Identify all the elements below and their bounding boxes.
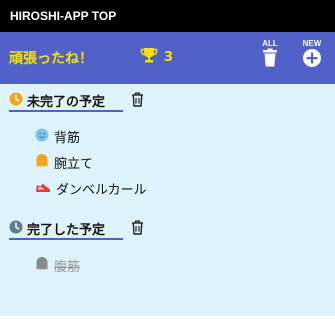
delete-done-button[interactable] xyxy=(131,220,144,239)
pending-task-label: 背筋 xyxy=(54,131,81,146)
task-list-area: 未完了の予定 背筋 腕立て ダンベルカール 完了した予定 腹筋 xyxy=(0,84,335,316)
pending-task-item[interactable]: 背筋 xyxy=(35,127,80,146)
pending-section-title: 未完了の予定 xyxy=(27,94,106,110)
trash-icon xyxy=(261,48,279,72)
clock-icon xyxy=(9,219,23,238)
done-task-item[interactable]: 腹筋 xyxy=(35,256,80,275)
done-section-underline xyxy=(9,238,123,240)
delete-all-button[interactable]: ALL xyxy=(255,39,285,72)
delete-all-label: ALL xyxy=(262,39,278,48)
pending-task-item[interactable]: 腕立て xyxy=(35,153,93,172)
pending-section-header: 未完了の予定 xyxy=(9,89,105,111)
done-section-header: 完了した予定 xyxy=(9,217,105,239)
pending-task-label: ダンベルカール xyxy=(56,183,147,198)
new-task-button[interactable]: NEW xyxy=(297,39,327,72)
trophy-count: 3 xyxy=(164,49,174,65)
ghost-icon xyxy=(35,153,49,172)
trash-outline-icon xyxy=(131,92,144,111)
delete-pending-button[interactable] xyxy=(131,92,144,111)
smiley-face-icon xyxy=(35,128,49,146)
pending-task-item[interactable]: ダンベルカール xyxy=(35,179,147,198)
plus-circle-icon xyxy=(302,49,322,72)
header-bar: 頑張ったね！ 3 ALL NEW xyxy=(0,32,335,84)
ghost-icon xyxy=(35,256,49,275)
new-task-label: NEW xyxy=(302,39,322,48)
trophy-icon xyxy=(140,46,158,68)
app-title-bar: HIROSHI-APP TOP xyxy=(0,0,335,32)
encouragement-message: 頑張ったね！ xyxy=(9,51,93,67)
pending-task-label: 腕立て xyxy=(54,157,94,172)
trophy-counter: 3 xyxy=(140,46,173,68)
done-task-label: 腹筋 xyxy=(54,260,81,275)
clock-icon xyxy=(9,91,23,110)
done-section-title: 完了した予定 xyxy=(27,222,106,238)
shoe-icon xyxy=(35,180,51,198)
app-title: HIROSHI-APP TOP xyxy=(10,9,117,23)
trash-outline-icon xyxy=(131,220,144,239)
pending-section-underline xyxy=(9,110,123,112)
